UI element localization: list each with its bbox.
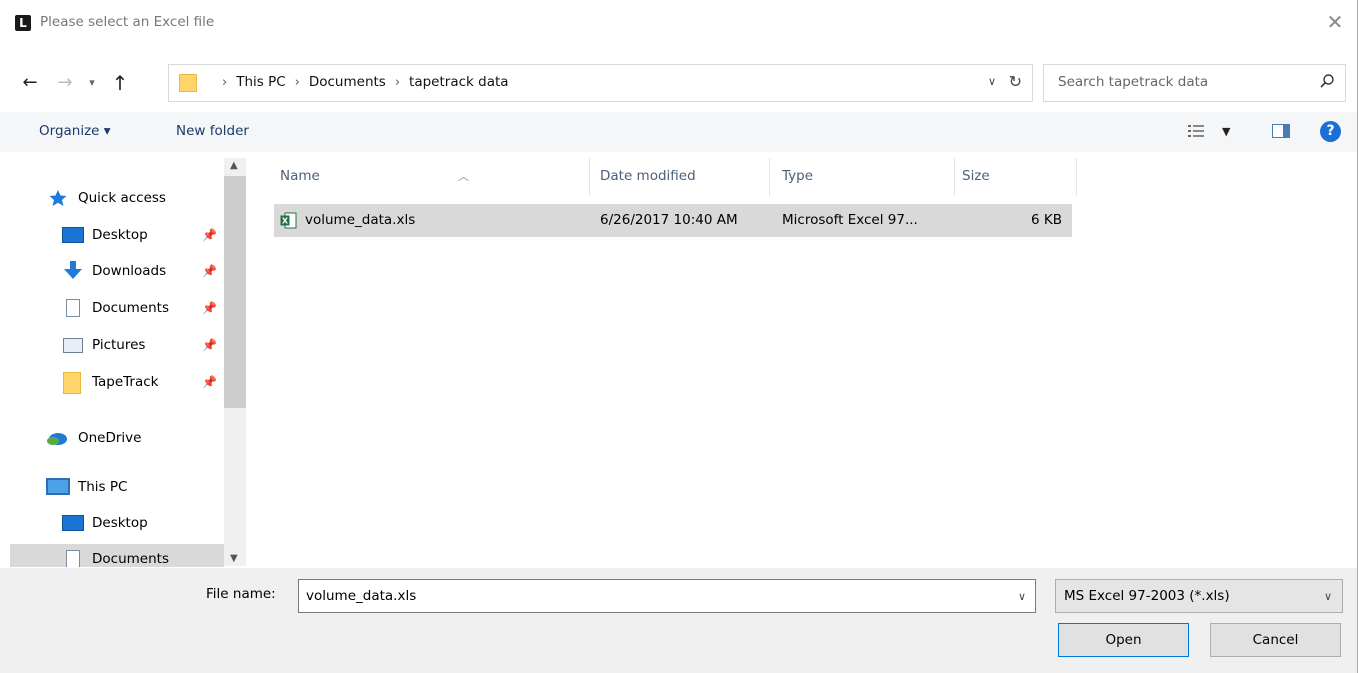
documents-icon [66, 299, 80, 317]
chevron-down-icon[interactable]: ∨ [1018, 590, 1026, 603]
sidebar-item-label: This PC [78, 479, 128, 495]
forward-button[interactable]: → [54, 72, 76, 94]
footer: File name: volume_data.xls ∨ MS Excel 97… [0, 568, 1357, 673]
column-header-size[interactable]: Size [955, 158, 1077, 196]
column-header-type[interactable]: Type [770, 158, 955, 196]
scroll-down-icon[interactable]: ▼ [230, 553, 238, 564]
desktop-icon [62, 515, 84, 531]
address-bar[interactable]: › This PC › Documents › tapetrack data ∨… [168, 64, 1033, 102]
sidebar-item-this-pc[interactable]: This PC [10, 472, 224, 502]
chevron-right-icon: › [394, 74, 401, 90]
breadcrumb-documents[interactable]: Documents [309, 74, 386, 90]
sidebar-item-desktop-pc[interactable]: Desktop [10, 508, 224, 538]
sidebar-item-documents[interactable]: Documents 📌 [10, 293, 224, 323]
file-name-label: File name: [206, 586, 276, 602]
up-button[interactable]: ↑ [107, 72, 133, 94]
close-button[interactable]: ✕ [1323, 11, 1347, 35]
view-options-icon[interactable] [1188, 124, 1204, 138]
file-size-cell: 6 KB [1031, 212, 1062, 228]
file-type-select[interactable]: MS Excel 97-2003 (*.xls) ∨ [1055, 579, 1343, 613]
pin-icon[interactable]: 📌 [202, 338, 217, 352]
chevron-right-icon: › [222, 74, 228, 90]
sort-ascending-icon: ︿ [458, 170, 469, 183]
pin-icon[interactable]: 📌 [202, 375, 217, 389]
onedrive-icon [47, 433, 67, 445]
help-icon[interactable]: ? [1320, 121, 1341, 142]
sidebar-item-desktop[interactable]: Desktop 📌 [10, 220, 224, 250]
desktop-icon [62, 227, 84, 243]
breadcrumb: › This PC › Documents › tapetrack data [213, 74, 509, 90]
scrollbar-thumb[interactable] [224, 176, 246, 408]
view-dropdown-icon[interactable]: ▼ [1222, 125, 1230, 138]
scroll-up-icon[interactable]: ▲ [230, 160, 238, 171]
documents-icon [66, 550, 80, 567]
recent-locations-button[interactable]: ▾ [84, 72, 100, 94]
sidebar-item-tapetrack[interactable]: TapeTrack 📌 [10, 367, 224, 397]
file-type-cell: Microsoft Excel 97... [782, 212, 918, 228]
pin-icon[interactable]: 📌 [202, 228, 217, 242]
column-header-name[interactable]: ︿ Name [270, 158, 590, 196]
chevron-down-icon[interactable]: ∨ [988, 75, 996, 88]
file-name-field[interactable]: volume_data.xls ∨ [298, 579, 1036, 613]
computer-icon [46, 478, 70, 495]
breadcrumb-this-pc[interactable]: This PC [236, 74, 285, 90]
file-name-value: volume_data.xls [306, 588, 417, 604]
sidebar-item-label: Downloads [92, 263, 167, 279]
search-placeholder: Search tapetrack data [1058, 74, 1209, 90]
sidebar-item-label: Pictures [92, 337, 146, 353]
sidebar-item-label: Documents [92, 300, 169, 316]
pin-icon[interactable]: 📌 [202, 301, 217, 315]
column-header-date-modified[interactable]: Date modified [590, 158, 770, 196]
cancel-button[interactable]: Cancel [1210, 623, 1341, 657]
window-title: Please select an Excel file [40, 14, 215, 30]
folder-icon [179, 74, 197, 92]
file-list: ︿ Name Date modified Type Size X volume_… [270, 158, 1358, 568]
chevron-right-icon: › [294, 74, 300, 90]
sidebar-item-label: Desktop [92, 227, 148, 243]
title-bar: L Please select an Excel file ✕ [0, 0, 1357, 46]
search-input[interactable]: Search tapetrack data [1043, 64, 1346, 102]
address-row: ← → ▾ ↑ › This PC › Documents › tapetrac… [0, 64, 1357, 102]
preview-pane-icon[interactable] [1272, 124, 1290, 138]
command-bar: Organize ▾ New folder ▼ ? [0, 112, 1357, 152]
pin-icon[interactable]: 📌 [202, 264, 217, 278]
column-header-label: Size [962, 168, 990, 184]
pictures-icon [63, 338, 83, 353]
breadcrumb-tapetrack-data[interactable]: tapetrack data [409, 74, 509, 90]
sidebar-item-label: Quick access [78, 190, 166, 206]
file-name-cell: volume_data.xls [305, 212, 416, 228]
open-button[interactable]: Open [1058, 623, 1189, 657]
download-icon [64, 261, 82, 279]
svg-text:X: X [282, 217, 289, 226]
star-icon [49, 190, 67, 206]
sidebar-item-label: Documents [92, 551, 169, 567]
file-type-value: MS Excel 97-2003 (*.xls) [1064, 588, 1230, 604]
sidebar-item-label: TapeTrack [92, 374, 159, 390]
file-date-cell: 6/26/2017 10:40 AM [600, 212, 738, 228]
back-button[interactable]: ← [19, 72, 41, 94]
sidebar-item-pictures[interactable]: Pictures 📌 [10, 330, 224, 360]
sidebar-item-downloads[interactable]: Downloads 📌 [10, 256, 224, 286]
column-header-label: Type [782, 168, 814, 184]
file-open-dialog: L Please select an Excel file ✕ ← → ▾ ↑ … [0, 0, 1358, 673]
navigation-pane: Quick access Desktop 📌 Downloads 📌 Docum… [10, 155, 246, 567]
excel-file-icon: X [280, 212, 297, 229]
sidebar-item-label: Desktop [92, 515, 148, 531]
app-icon: L [15, 15, 31, 31]
sidebar-item-label: OneDrive [78, 430, 142, 446]
organize-button[interactable]: Organize ▾ [39, 123, 111, 139]
refresh-icon[interactable]: ↻ [1009, 72, 1022, 91]
sidebar-item-onedrive[interactable]: OneDrive [10, 423, 224, 453]
new-folder-button[interactable]: New folder [176, 123, 249, 139]
column-header-label: Name [280, 168, 320, 184]
search-icon[interactable] [1319, 73, 1335, 89]
table-row[interactable]: X volume_data.xls 6/26/2017 10:40 AM Mic… [274, 204, 1072, 237]
sidebar-item-quick-access[interactable]: Quick access [10, 183, 224, 213]
folder-icon [63, 372, 81, 394]
nav-scrollbar[interactable]: ▲ ▼ [224, 158, 246, 566]
chevron-down-icon[interactable]: ∨ [1324, 590, 1332, 603]
column-header-label: Date modified [600, 168, 696, 184]
sidebar-item-documents-pc[interactable]: Documents [10, 544, 224, 567]
